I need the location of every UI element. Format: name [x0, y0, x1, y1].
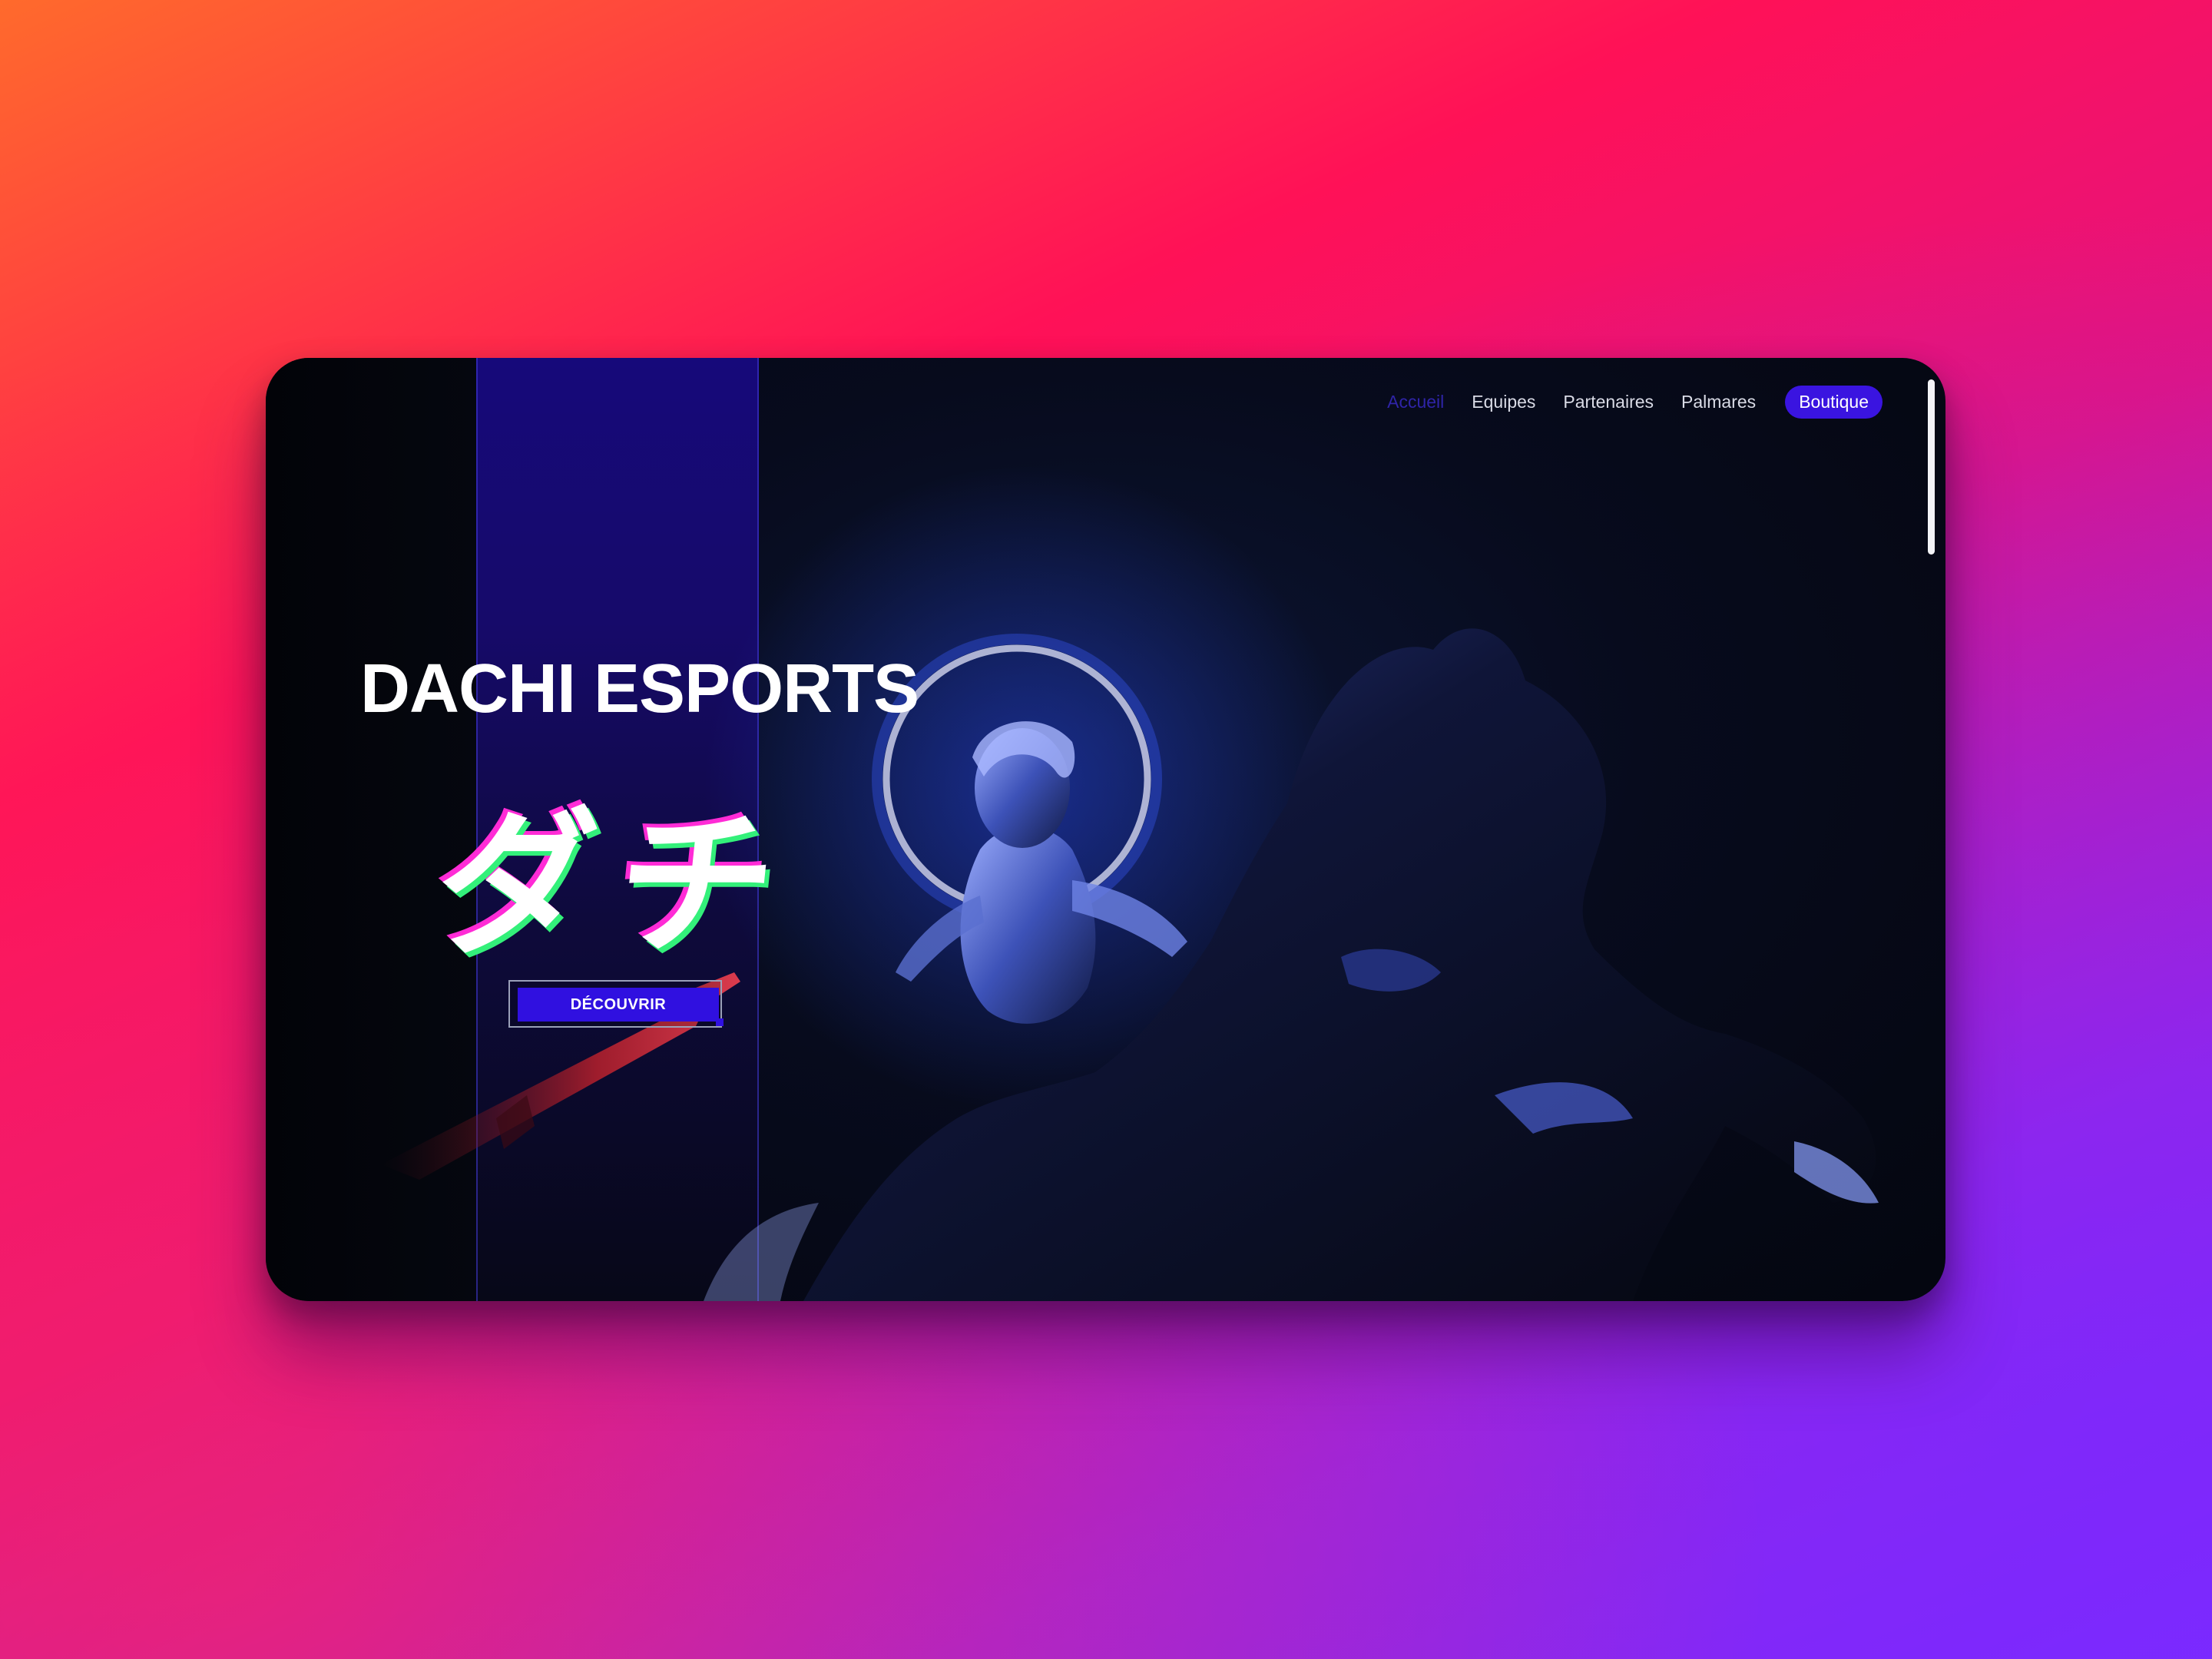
hero-title: DACHI ESPORTS [360, 651, 919, 727]
hero-kana-text: ダチ [427, 794, 808, 977]
shop-button[interactable]: Boutique [1785, 386, 1883, 419]
browser-window: Accueil Equipes Partenaires Palmares Bou… [266, 358, 1945, 1301]
top-navigation: Accueil Equipes Partenaires Palmares Bou… [1387, 386, 1883, 419]
nav-item-accueil[interactable]: Accueil [1387, 392, 1444, 412]
scrollbar-thumb[interactable] [1928, 379, 1935, 555]
hero-kana-wrapper: ダチ [428, 757, 808, 985]
discover-button[interactable]: DÉCOUVRIR [508, 980, 724, 1028]
discover-button-label: DÉCOUVRIR [518, 988, 724, 1026]
nav-item-palmares[interactable]: Palmares [1681, 392, 1756, 412]
rider-torso [960, 826, 1096, 1024]
nav-item-partenaires[interactable]: Partenaires [1563, 392, 1654, 412]
nav-item-equipes[interactable]: Equipes [1472, 392, 1535, 412]
